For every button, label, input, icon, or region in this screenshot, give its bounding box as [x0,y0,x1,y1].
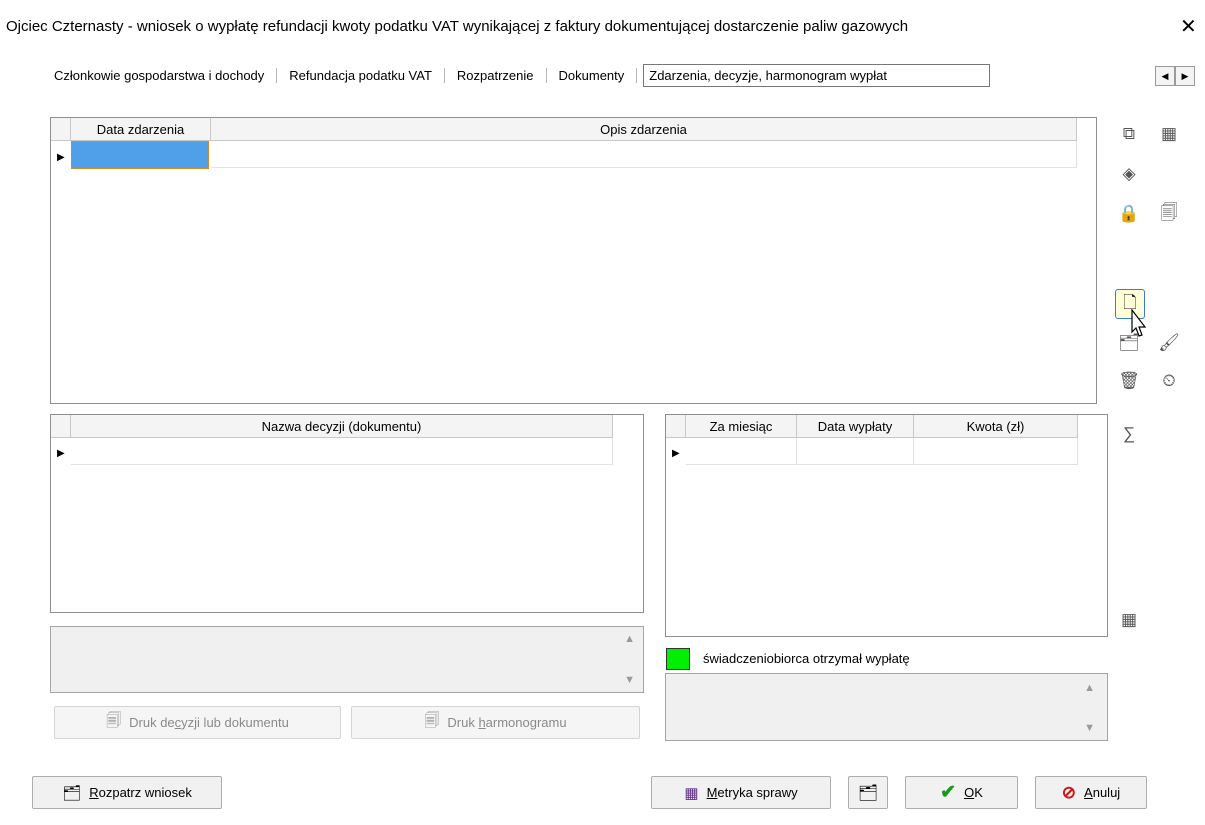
row-header-corner [51,415,71,438]
print-doc-icon: 🗐 [106,712,122,729]
notes-icon: 🗂 [857,784,879,802]
column-header-month[interactable]: Za miesiąc [686,415,797,438]
decision-name-cell[interactable] [71,438,613,465]
ok-button[interactable]: ✔ OK [905,776,1018,809]
row-pointer-icon: ▶ [57,448,65,459]
brush-icon[interactable]: 🖌 [1155,329,1183,357]
tab-scroll-arrows: ◀ ▶ [1155,66,1195,86]
document-print-icon[interactable]: 🗐 [1155,200,1183,228]
scroll-up-icon[interactable]: ▲ [624,633,635,645]
row-pointer-icon: ▶ [672,448,680,459]
edit-event-icon[interactable]: ◈ [1115,160,1143,188]
column-header-decision-name[interactable]: Nazwa decyzji (dokumentu) [71,415,613,438]
tab-scroll-right-icon[interactable]: ▶ [1175,66,1195,86]
column-header-event-date[interactable]: Data zdarzenia [71,118,211,141]
history-icon[interactable]: ⏲ [1155,367,1183,395]
schedule-table-icon[interactable]: ▦ [1115,606,1143,634]
tab-vat-refund[interactable]: Refundacja podatku VAT [277,67,445,83]
row-header-corner [666,415,686,438]
close-icon[interactable]: ✕ [1180,14,1197,39]
review-icon: 🗂 [62,784,82,802]
payment-date-cell[interactable] [797,438,914,465]
row-pointer-icon: ▶ [57,152,65,163]
month-cell[interactable] [686,438,797,465]
add-event-icon[interactable]: ⧉ [1115,120,1143,148]
cancel-label: Anuluj [1084,785,1121,800]
event-list-icon[interactable]: ▦ [1155,120,1183,148]
decision-notes-memo[interactable]: ▲ ▼ [50,626,644,693]
delete-icon[interactable]: 🗑 [1115,367,1143,395]
tab-scroll-left-icon[interactable]: ◀ [1155,66,1175,86]
scroll-down-icon[interactable]: ▼ [624,674,635,686]
checkmark-icon: ✔ [940,782,957,803]
scroll-down-icon[interactable]: ▼ [1084,722,1095,734]
event-description-cell[interactable] [211,141,1077,168]
amount-cell[interactable] [914,438,1078,465]
scroll-up-icon[interactable]: ▲ [1084,682,1095,694]
event-date-cell[interactable] [71,141,209,169]
legend-color-swatch [666,648,690,670]
cancel-button[interactable]: ⊘ Anuluj [1035,776,1147,809]
tab-review[interactable]: Rozpatrzenie [445,67,547,83]
row-header-corner [51,118,71,141]
review-application-button[interactable]: 🗂 Rozpatrz wniosek [32,776,222,809]
calendar-icon: ▦ [684,784,699,802]
column-header-payment-date[interactable]: Data wypłaty [797,415,914,438]
tab-bar: Członkowie gospodarstwa i dochody Refund… [48,61,991,89]
legend-text: świadczeniobiorca otrzymał wypłatę [703,651,910,666]
window-title: Ojciec Czternasty - wniosek o wypłatę re… [6,18,909,35]
events-grid: Data zdarzenia Opis zdarzenia ▶ [50,117,1097,404]
tab-household[interactable]: Członkowie gospodarstwa i dochody [48,67,278,83]
print-schedule-button[interactable]: 🗐 Druk harmonogramu [351,706,640,739]
notes-button[interactable]: 🗂 [848,776,888,809]
cancel-icon: ⊘ [1061,782,1077,802]
decisions-grid: Nazwa decyzji (dokumentu) ▶ [50,414,644,613]
column-header-amount[interactable]: Kwota (zł) [914,415,1078,438]
print-schedule-label: Druk harmonogramu [447,715,567,730]
schedule-notes-memo[interactable]: ▲ ▼ [665,673,1108,741]
column-header-event-description[interactable]: Opis zdarzenia [211,118,1077,141]
review-label: Rozpatrz wniosek [89,785,192,800]
print-doc-icon: 🗐 [424,712,440,729]
tab-documents[interactable]: Dokumenty [547,67,638,83]
sum-icon[interactable]: ∑ [1115,420,1143,448]
ok-label: OK [964,785,983,800]
mouse-cursor-icon [1131,308,1147,337]
payment-schedule-grid: Za miesiąc Data wypłaty Kwota (zł) ▶ [665,414,1108,637]
tab-events[interactable]: Zdarzenia, decyzje, harmonogram wypłat [643,63,991,87]
case-metrics-button[interactable]: ▦ Metryka sprawy [651,776,831,809]
case-metrics-label: Metryka sprawy [706,785,798,800]
print-decision-label: Druk decyzji lub dokumentu [129,715,289,730]
print-decision-button[interactable]: 🗐 Druk decyzji lub dokumentu [54,706,341,739]
lock-icon[interactable]: 🔒 [1115,200,1143,228]
